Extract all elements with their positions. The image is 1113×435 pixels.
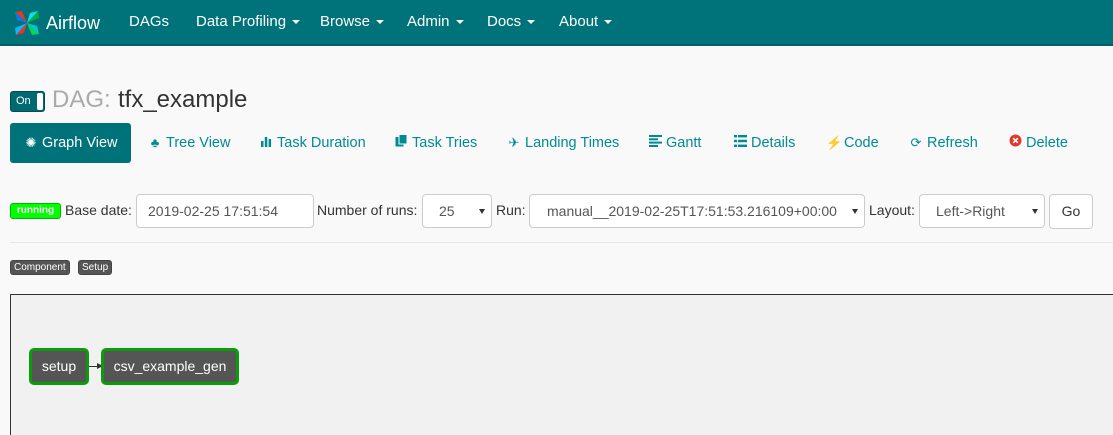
legend-tag-component[interactable]: Component bbox=[10, 260, 70, 275]
dag-title: tfx_example bbox=[118, 86, 248, 113]
chevron-down-icon bbox=[852, 209, 858, 214]
caret-down-icon bbox=[376, 20, 385, 25]
dag-pause-toggle[interactable]: On bbox=[10, 91, 45, 112]
brand-link[interactable]: Airflow bbox=[12, 6, 100, 40]
bar-chart-icon bbox=[259, 123, 273, 163]
list-icon bbox=[733, 123, 747, 163]
num-runs-select[interactable]: 25 bbox=[422, 194, 492, 228]
caret-down-icon bbox=[455, 20, 464, 25]
tab-delete[interactable]: Delete bbox=[1008, 123, 1068, 163]
task-node-setup[interactable]: setup bbox=[29, 348, 89, 385]
chevron-down-icon bbox=[1032, 209, 1038, 214]
brand-text: Airflow bbox=[46, 12, 101, 33]
num-runs-label: Number of runs: bbox=[317, 202, 418, 218]
tab-gantt[interactable]: Gantt bbox=[648, 123, 701, 163]
run-label: Run: bbox=[496, 202, 526, 218]
dag-run-state-badge: running bbox=[10, 203, 61, 219]
caret-down-icon bbox=[604, 20, 613, 25]
nav-item-about[interactable]: About bbox=[559, 0, 613, 46]
caret-down-icon bbox=[292, 20, 301, 25]
tab-tree-view[interactable]: ♣ Tree View bbox=[148, 123, 231, 163]
tab-code[interactable]: ⚡ Code bbox=[826, 123, 879, 163]
refresh-icon: ⟳ bbox=[910, 135, 922, 150]
dag-graph-canvas[interactable]: setup csv_example_gen bbox=[10, 294, 1113, 435]
nav-item-docs[interactable]: Docs bbox=[487, 0, 536, 46]
run-select[interactable]: manual__2019-02-25T17:51:53.216109+00:00 bbox=[529, 194, 865, 228]
dag-title-prefix: DAG: bbox=[52, 86, 111, 113]
flash-icon: ⚡ bbox=[826, 135, 843, 150]
toggle-label: On bbox=[16, 95, 31, 107]
tab-landing-times[interactable]: ✈ Landing Times bbox=[507, 123, 620, 163]
layout-select[interactable]: Left->Right bbox=[919, 194, 1045, 228]
nav-item-admin[interactable]: Admin bbox=[407, 0, 464, 46]
task-node-csv-example-gen[interactable]: csv_example_gen bbox=[101, 348, 239, 385]
align-left-icon bbox=[648, 123, 662, 163]
chevron-down-icon bbox=[479, 209, 485, 214]
duplicate-icon bbox=[394, 123, 408, 163]
asterisk-icon: ✺ bbox=[25, 135, 37, 150]
base-date-label: Base date: bbox=[65, 202, 132, 218]
nav-item-dags[interactable]: DAGs bbox=[129, 0, 169, 46]
tab-details[interactable]: Details bbox=[733, 123, 795, 163]
nav-item-browse[interactable]: Browse bbox=[320, 0, 385, 46]
navbar: Airflow DAGs Data Profiling Browse Admin… bbox=[0, 0, 1113, 46]
base-date-input[interactable]: 2019-02-25 17:51:54 bbox=[136, 194, 314, 228]
tab-refresh[interactable]: ⟳ Refresh bbox=[909, 123, 978, 163]
tab-task-tries[interactable]: Task Tries bbox=[394, 123, 477, 163]
toggle-knob bbox=[37, 93, 43, 110]
remove-circle-icon bbox=[1008, 123, 1022, 163]
plane-icon: ✈ bbox=[508, 135, 520, 150]
caret-down-icon bbox=[527, 20, 536, 25]
tab-graph-view[interactable]: ✺ Graph View bbox=[10, 123, 131, 163]
go-button[interactable]: Go bbox=[1049, 194, 1093, 229]
tab-task-duration[interactable]: Task Duration bbox=[259, 123, 366, 163]
layout-label: Layout: bbox=[869, 202, 915, 218]
airflow-logo-icon bbox=[15, 11, 39, 35]
nav-item-data-profiling[interactable]: Data Profiling bbox=[196, 0, 301, 46]
legend-tag-setup[interactable]: Setup bbox=[78, 260, 113, 275]
tree-icon: ♣ bbox=[150, 135, 160, 150]
divider bbox=[10, 242, 1113, 243]
